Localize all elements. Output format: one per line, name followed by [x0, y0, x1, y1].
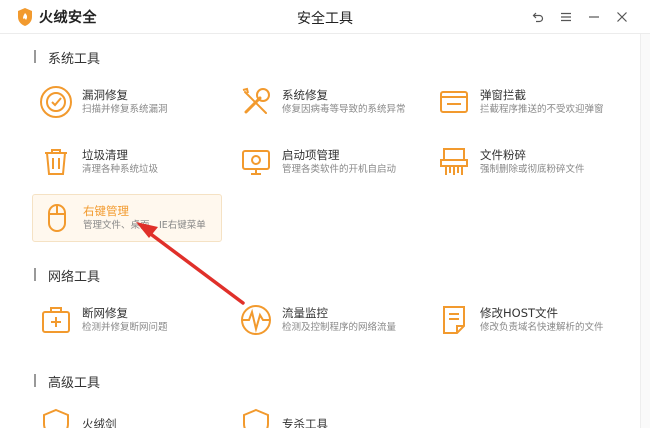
tool-description: 管理文件、桌面、IE右键菜单 — [83, 219, 206, 231]
tool-description: 扫描并修复系统漏洞 — [82, 103, 168, 115]
tool-system-repair[interactable]: 系统修复 修复因病毒等导致的系统异常 — [232, 78, 422, 126]
tool-name: 右键管理 — [83, 203, 129, 218]
window-controls — [524, 8, 636, 26]
shredder-icon — [440, 148, 468, 175]
section-title-system-tools: 系统工具 — [34, 48, 100, 67]
tool-name: 火绒剑 — [82, 416, 117, 428]
vulnerability-repair-icon — [40, 86, 72, 118]
menu-button[interactable] — [552, 8, 580, 26]
tool-description: 拦截程序推送的不受欢迎弹窗 — [480, 103, 604, 115]
title-bar: 火绒安全 安全工具 — [0, 0, 650, 34]
back-button[interactable] — [524, 8, 552, 26]
close-icon — [617, 12, 627, 22]
trash-icon — [45, 149, 67, 175]
menu-icon — [561, 12, 571, 22]
tools-content: 系统工具 漏洞修复 扫描并修复系统漏洞 系统修复 修复因病毒等导致的系统异常 弹… — [0, 34, 640, 428]
shield-icon — [43, 408, 69, 428]
section-title-advanced-tools: 高级工具 — [34, 372, 100, 391]
tool-name: 流量监控 — [282, 305, 328, 320]
mouse-icon — [48, 204, 66, 232]
tool-huorong-sword[interactable]: 火绒剑 — [32, 400, 222, 428]
tool-description: 检测并修复断网问题 — [82, 321, 168, 333]
tool-name: 修改HOST文件 — [480, 305, 559, 320]
tool-vulnerability-repair[interactable]: 漏洞修复 扫描并修复系统漏洞 — [32, 78, 222, 126]
close-button[interactable] — [608, 8, 636, 26]
tool-special-removal[interactable]: 专杀工具 — [232, 400, 422, 428]
tool-description: 清理各种系统垃圾 — [82, 163, 159, 175]
startup-monitor-icon — [242, 150, 270, 175]
undo-arrow-icon — [532, 12, 544, 23]
tool-startup-management[interactable]: 启动项管理 管理各类软件的开机自启动 — [232, 138, 422, 186]
traffic-monitor-icon — [241, 305, 271, 335]
tool-name: 漏洞修复 — [82, 87, 128, 102]
host-file-icon — [443, 306, 465, 334]
vertical-scrollbar[interactable] — [640, 34, 650, 428]
tool-file-shredder[interactable]: 文件粉碎 强制删除或彻底粉碎文件 — [430, 138, 620, 186]
tool-name: 垃圾清理 — [82, 147, 128, 162]
tool-description: 检测及控制程序的网络流量 — [282, 321, 397, 333]
tool-name: 弹窗拦截 — [480, 87, 526, 102]
tool-description: 修改负责域名快速解析的文件 — [480, 321, 604, 333]
tool-description: 强制删除或彻底粉碎文件 — [480, 163, 585, 175]
minimize-button[interactable] — [580, 8, 608, 26]
first-aid-kit-icon — [42, 307, 70, 333]
tool-name: 启动项管理 — [282, 147, 340, 162]
tool-name: 文件粉碎 — [480, 147, 526, 162]
popup-block-icon — [440, 91, 468, 113]
tool-description: 管理各类软件的开机自启动 — [282, 163, 397, 175]
section-title-network-tools: 网络工具 — [34, 266, 100, 285]
tool-description: 修复因病毒等导致的系统异常 — [282, 103, 406, 115]
tool-name: 专杀工具 — [282, 416, 328, 428]
tool-right-click-management[interactable]: 右键管理 管理文件、桌面、IE右键菜单 — [32, 194, 222, 242]
tool-traffic-monitor[interactable]: 流量监控 检测及控制程序的网络流量 — [232, 296, 422, 344]
tool-junk-cleanup[interactable]: 垃圾清理 清理各种系统垃圾 — [32, 138, 222, 186]
tool-popup-block[interactable]: 弹窗拦截 拦截程序推送的不受欢迎弹窗 — [430, 78, 620, 126]
wrench-icon — [242, 87, 270, 114]
minimize-icon — [589, 16, 599, 18]
tool-edit-host-file[interactable]: 修改HOST文件 修改负责域名快速解析的文件 — [430, 296, 620, 344]
tool-name: 系统修复 — [282, 87, 328, 102]
shield-icon — [243, 408, 269, 428]
tool-name: 断网修复 — [82, 305, 128, 320]
tool-network-repair[interactable]: 断网修复 检测并修复断网问题 — [32, 296, 222, 344]
